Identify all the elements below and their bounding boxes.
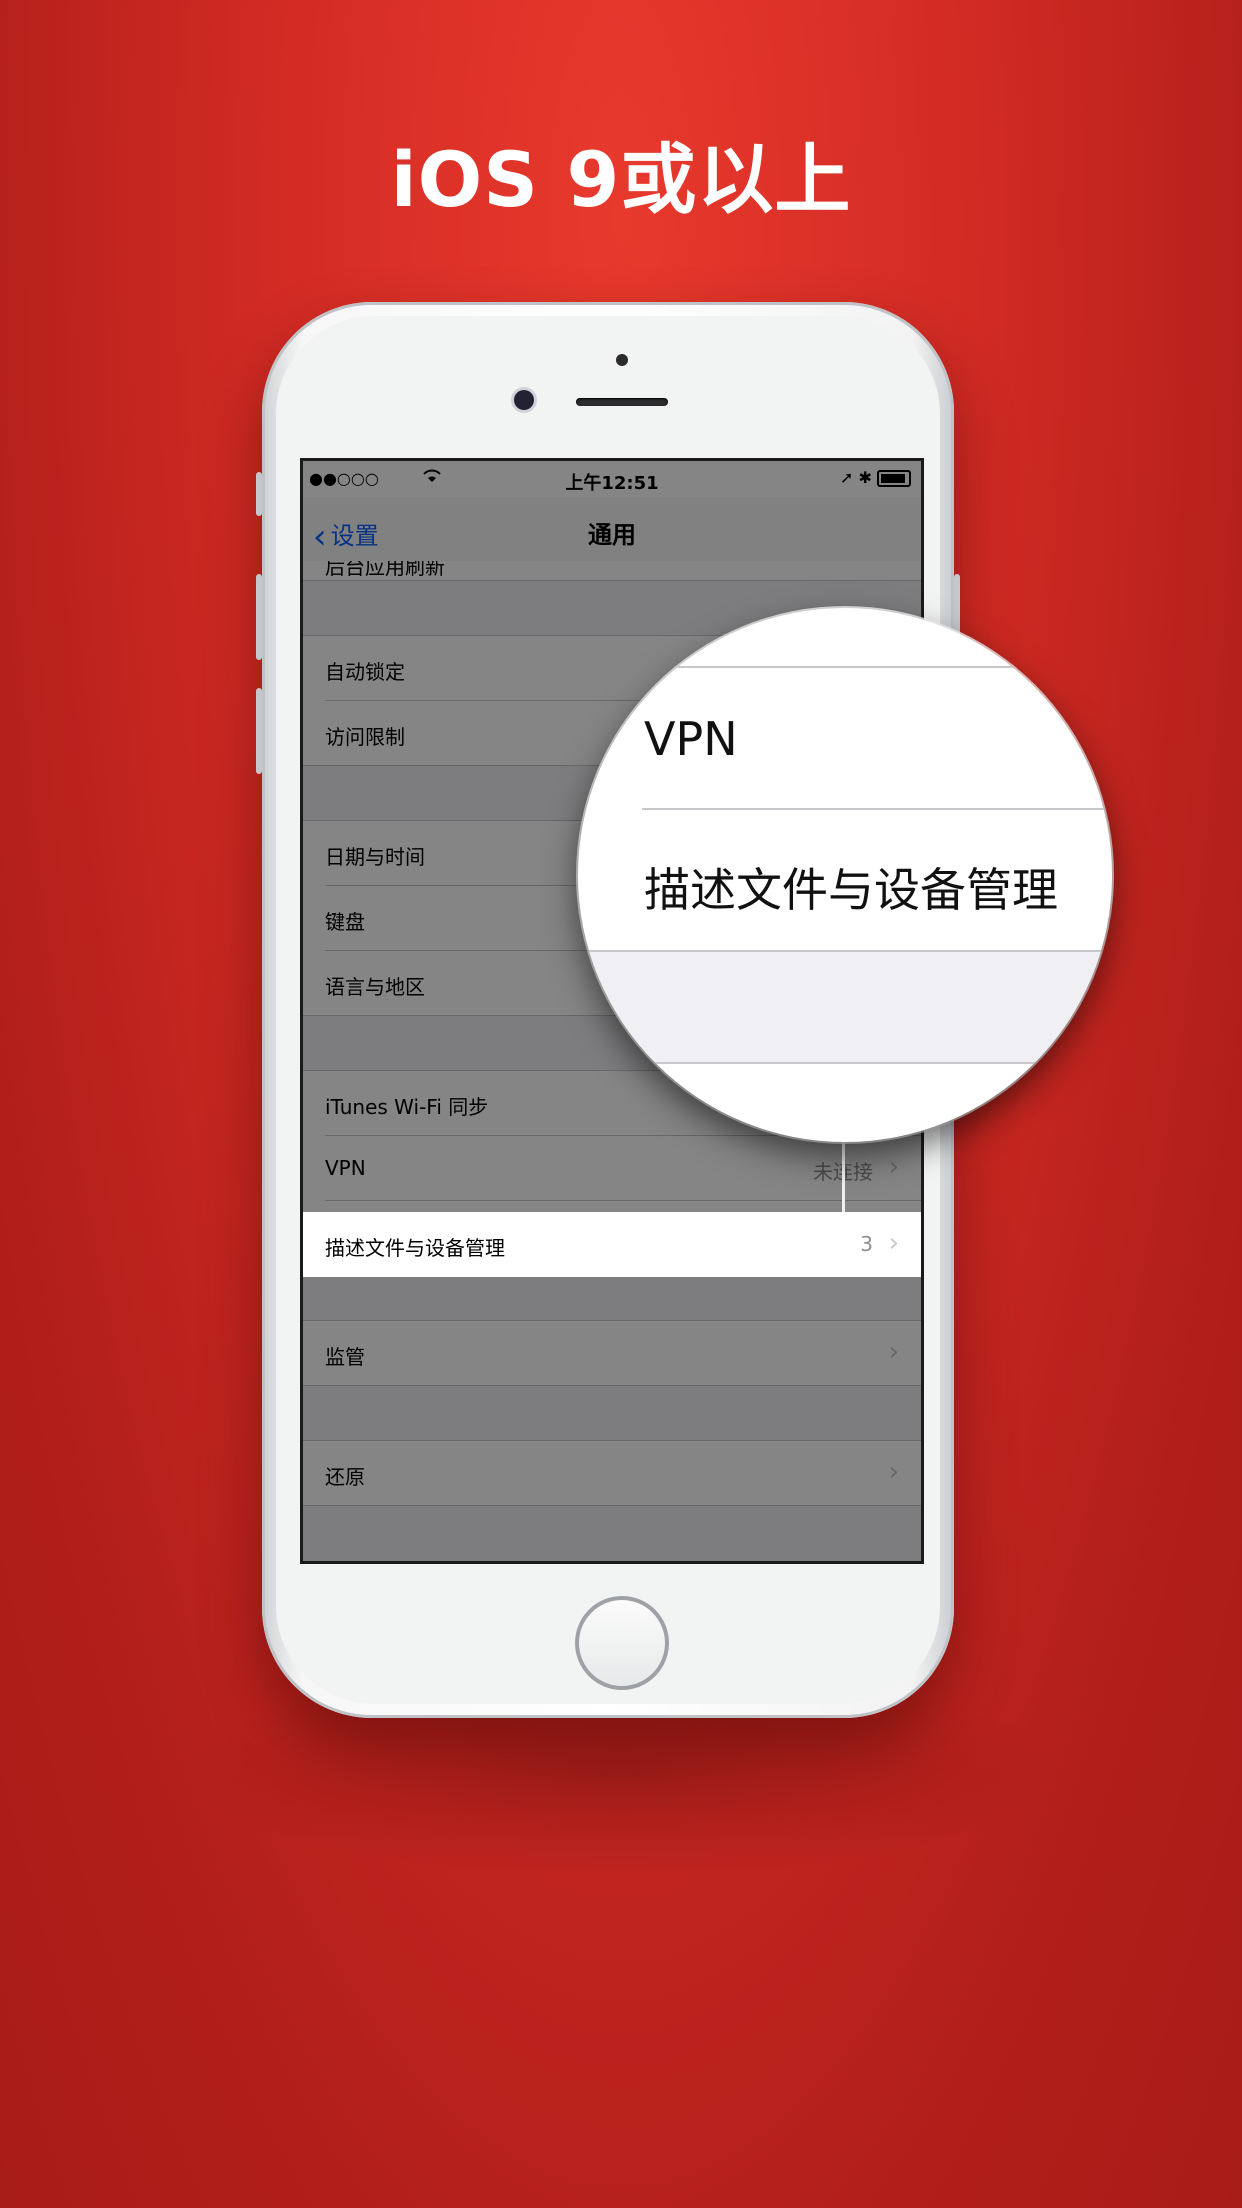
list-item-label: 自动锁定 (325, 660, 405, 684)
status-right: ➚ ✱ (840, 468, 911, 487)
mute-switch (256, 472, 262, 516)
page-title: 通用 (588, 521, 636, 549)
list-item-label: 键盘 (325, 910, 365, 934)
list-item-label: VPN (325, 1156, 366, 1180)
group-gap (303, 1506, 921, 1561)
volume-down-button (256, 688, 262, 774)
divider (638, 666, 1112, 668)
profiles-count: 3 (860, 1232, 873, 1256)
list-item-profiles-device-management[interactable]: 描述文件与设备管理 3 › (303, 1212, 921, 1277)
list-item-label: 监管 (325, 1345, 365, 1369)
list-item-label: 后台应用刷新 (325, 561, 445, 579)
magnified-profiles-label: 描述文件与设备管理 (644, 863, 1058, 917)
location-bluetooth-icons: ➚ ✱ (840, 468, 872, 487)
status-bar: ●●○○○ 上午12:51 ➚ ✱ (303, 461, 921, 497)
earpiece-speaker (576, 398, 668, 406)
navigation-bar: ‹ 设置 通用 (303, 497, 921, 562)
list-item-label: 描述文件与设备管理 (325, 1236, 505, 1260)
magnified-group-gap (578, 950, 1112, 1062)
magnifier-pointer (842, 1140, 845, 1212)
list-item-label: 访问限制 (325, 725, 405, 749)
list-item-label: 还原 (325, 1465, 365, 1489)
chevron-right-icon: › (888, 1228, 899, 1258)
proximity-sensor (616, 354, 628, 366)
home-button[interactable] (575, 1596, 669, 1690)
magnifier-callout: VPN 描述文件与设备管理 (578, 608, 1112, 1142)
list-item-vpn[interactable]: VPN未连接› (303, 1136, 921, 1201)
group-gap (303, 1386, 921, 1441)
headline: iOS 9或以上 (390, 135, 852, 224)
list-item-reset[interactable]: 还原 › (303, 1441, 921, 1506)
magnified-vpn-label: VPN (644, 712, 738, 766)
list-item-label: 日期与时间 (325, 845, 425, 869)
list-item-label: 语言与地区 (325, 975, 425, 999)
list-item-supervision[interactable]: 监管 › (303, 1321, 921, 1386)
list-item[interactable]: 后台应用刷新 (303, 561, 921, 581)
status-time: 上午12:51 (565, 473, 659, 494)
highlighted-row-wrap: 描述文件与设备管理 3 › (303, 1212, 921, 1277)
divider (578, 950, 1112, 952)
divider (578, 1062, 1112, 1064)
battery-icon (877, 470, 911, 487)
chevron-right-icon: › (888, 1337, 899, 1367)
front-camera (514, 390, 534, 410)
chevron-right-icon: › (888, 1457, 899, 1487)
list-item-label: iTunes Wi-Fi 同步 (325, 1095, 489, 1119)
volume-up-button (256, 574, 262, 660)
chevron-right-icon: › (888, 1152, 899, 1182)
divider (642, 808, 1112, 810)
